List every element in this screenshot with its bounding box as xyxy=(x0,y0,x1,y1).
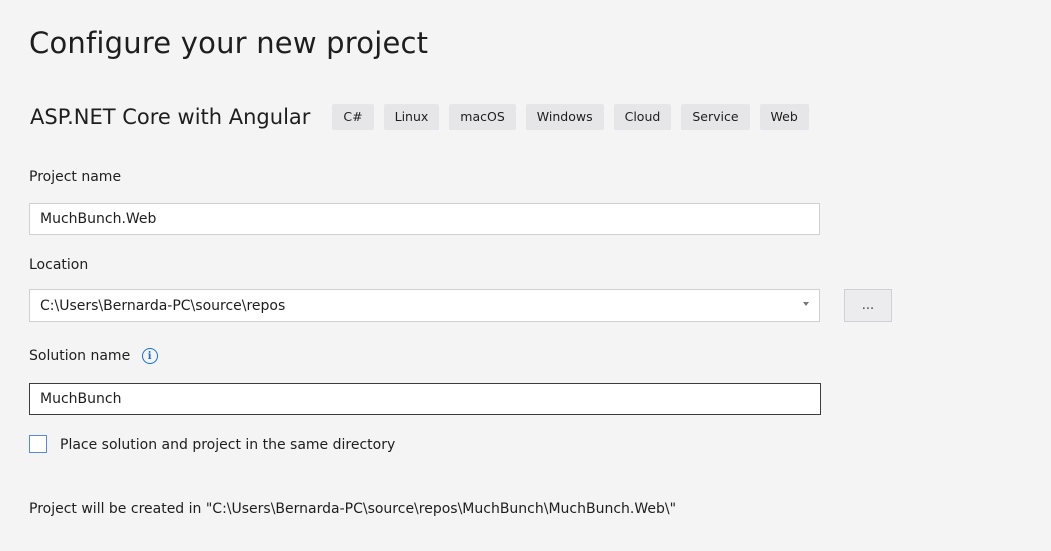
browse-button[interactable]: ... xyxy=(844,289,892,322)
location-label: Location xyxy=(29,257,89,273)
tag-web: Web xyxy=(759,104,809,130)
template-name: ASP.NET Core with Angular xyxy=(30,105,311,129)
location-value: C:\Users\Bernarda-PC\source\repos xyxy=(40,297,286,314)
page-title: Configure your new project xyxy=(29,26,429,60)
chevron-down-icon[interactable] xyxy=(803,302,809,306)
tag-service: Service xyxy=(681,104,750,130)
solution-name-label: Solution name xyxy=(29,348,131,364)
project-name-value: MuchBunch.Web xyxy=(40,211,157,227)
project-path-note: Project will be created in "C:\Users\Ber… xyxy=(29,501,677,517)
same-directory-checkbox[interactable] xyxy=(29,435,47,453)
tag-linux: Linux xyxy=(383,104,440,130)
tag-cloud: Cloud xyxy=(613,104,672,130)
same-directory-label[interactable]: Place solution and project in the same d… xyxy=(60,437,395,453)
solution-name-input[interactable]: MuchBunch xyxy=(29,383,821,415)
info-icon[interactable]: i xyxy=(141,348,158,364)
project-name-input[interactable]: MuchBunch.Web xyxy=(29,203,820,235)
solution-name-value: MuchBunch xyxy=(40,391,122,407)
solution-name-label-row: Solution name i xyxy=(29,348,158,364)
browse-button-label: ... xyxy=(861,298,875,313)
tag-macos: macOS xyxy=(449,104,516,130)
location-dropdown[interactable]: C:\Users\Bernarda-PC\source\repos xyxy=(29,289,820,322)
tag-windows: Windows xyxy=(525,104,604,130)
project-name-label: Project name xyxy=(29,169,122,185)
template-header: ASP.NET Core with Angular C# Linux macOS… xyxy=(30,104,819,130)
tag-csharp: C# xyxy=(332,104,374,130)
